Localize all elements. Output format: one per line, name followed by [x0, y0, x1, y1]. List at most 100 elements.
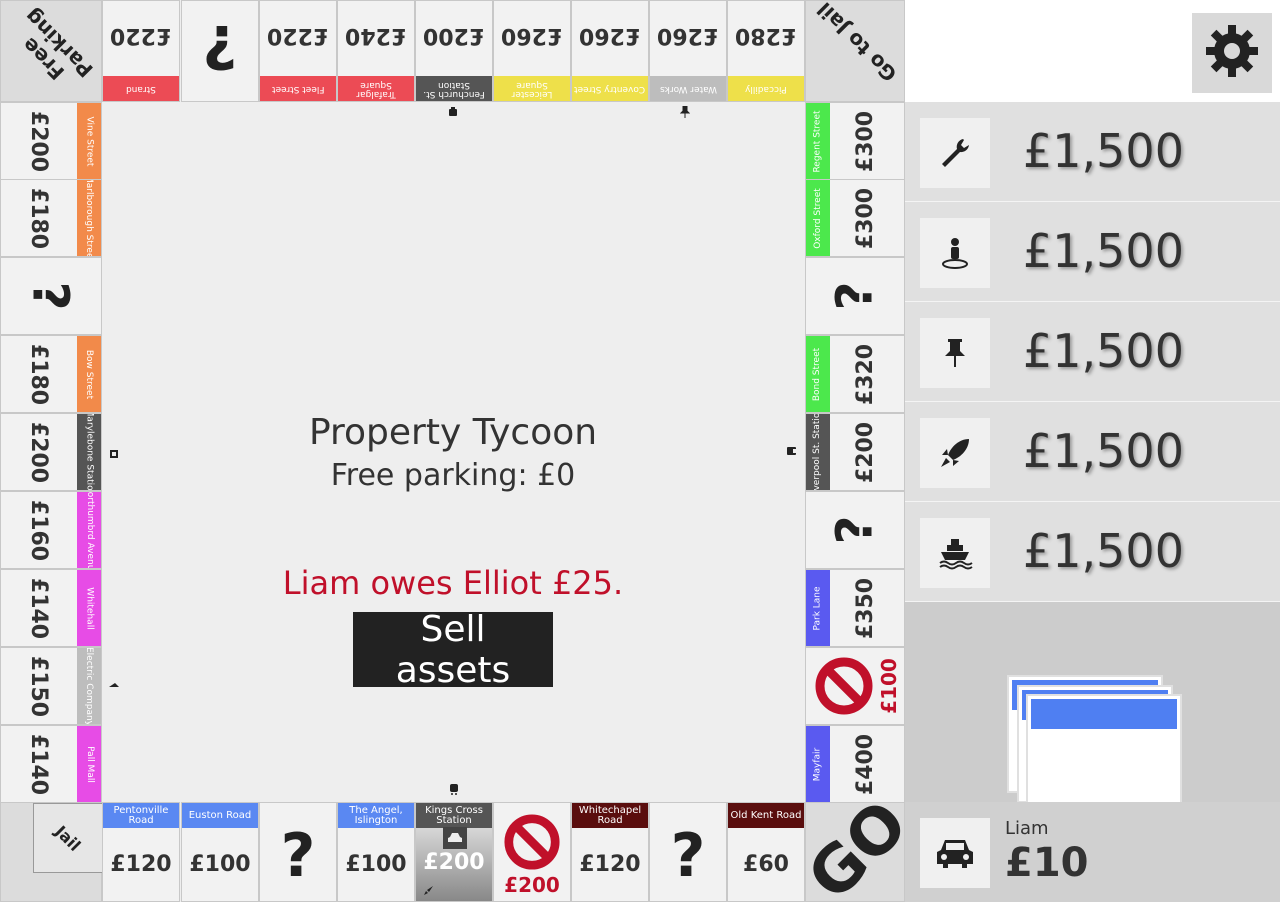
chance-tile[interactable]: ? [805, 257, 905, 335]
property-price: £400 [853, 733, 879, 795]
property-oxford-street[interactable]: Oxford Street £300 [805, 179, 905, 257]
property-price: £220 [267, 23, 329, 48]
player-money: £1,500 [1023, 224, 1184, 278]
property-fleet-street[interactable]: £220 Fleet Street [259, 0, 337, 102]
free-parking-label: Free Parking [17, 4, 98, 85]
property-price: £120 [110, 852, 172, 877]
player-money: £1,500 [1023, 424, 1184, 478]
jail-cell: Jail [33, 803, 103, 873]
tax-tile[interactable]: £200 [493, 802, 571, 902]
property-strand[interactable]: £220 Strand [102, 0, 180, 102]
chance-tile[interactable]: ? [259, 802, 337, 902]
property-bow-street[interactable]: £180 Bow Street [0, 335, 102, 413]
no-entry-icon [494, 813, 570, 875]
property-price: £180 [26, 343, 52, 405]
property-price: £140 [26, 733, 52, 795]
gear-icon [1204, 23, 1260, 83]
property-marylebone-station[interactable]: £200 Marylebone Station [0, 413, 102, 491]
tax-tile[interactable]: £100 [805, 647, 905, 725]
pushpin-token-icon [679, 105, 691, 121]
wrench-token-icon [786, 445, 798, 460]
player-row[interactable]: £1,500 [905, 402, 1280, 502]
player-row[interactable]: £1,500 [905, 102, 1280, 202]
sell-assets-button[interactable]: Sell assets [353, 609, 553, 691]
chance-tile[interactable]: ? [649, 802, 727, 902]
property-name: Euston Road [182, 803, 258, 828]
property-price: £200 [26, 421, 52, 483]
property-name: Mayfair [812, 747, 823, 781]
property-whitechapel-road[interactable]: Whitechapel Road £120 [571, 802, 649, 902]
property-name: Strand [126, 84, 156, 94]
property-northumbrd-avenue[interactable]: £160 Northumbrd Avenue [0, 491, 102, 569]
property-name: Coventry Street [574, 84, 646, 94]
jail-corner[interactable]: Jail [0, 802, 103, 902]
property-price: £120 [579, 852, 641, 877]
property-price: £60 [743, 852, 789, 877]
property-name: Liverpool St. Station [812, 413, 823, 491]
go-corner[interactable]: GO [794, 787, 922, 915]
property-piccadilly[interactable]: £280 Piccadilly [727, 0, 805, 102]
property-mayfair[interactable]: Mayfair £400 [805, 725, 905, 803]
player-money: £1,500 [1023, 524, 1184, 578]
chance-tile[interactable]: ? [181, 0, 259, 102]
property-electric-company[interactable]: £150 Electric Company [0, 647, 102, 725]
property-price: £260 [657, 23, 719, 48]
player-row[interactable]: £1,500 [905, 202, 1280, 302]
property-name: Vine Street [84, 116, 95, 166]
property-price: £180 [26, 187, 52, 249]
property-trafalgar-square[interactable]: £240 Trafalgar Square [337, 0, 415, 102]
chance-tile[interactable]: ? [805, 491, 905, 569]
player-row[interactable]: £1,500 [905, 502, 1280, 602]
current-player-name: Liam [1005, 818, 1049, 839]
settings-button[interactable] [1192, 13, 1272, 93]
property-name: Bow Street [84, 349, 95, 399]
train-token-icon [448, 783, 460, 798]
go-to-jail-corner[interactable]: Go to Jail [805, 0, 905, 102]
property-name: Oxford Street [812, 187, 823, 249]
chance-tile[interactable]: ? [0, 257, 102, 335]
property-name: Bond Street [812, 347, 823, 401]
current-player-panel: Liam £10 [905, 802, 1280, 902]
property-leicester-square[interactable]: £260 Leicester Square [493, 0, 571, 102]
property-name: Fleet Street [271, 84, 325, 94]
property-kings-cross-station[interactable]: Kings Cross Station £200 [415, 802, 493, 902]
tax-amount: £100 [877, 658, 902, 714]
free-parking-corner[interactable]: Free Parking [0, 0, 102, 102]
property-old-kent-road[interactable]: Old Kent Road £60 [727, 802, 805, 902]
player-row[interactable]: £1,500 [905, 302, 1280, 402]
card-deck-top[interactable] [1026, 694, 1182, 812]
property-price: £200 [853, 421, 879, 483]
property-coventry-street[interactable]: £260 Coventry Street [571, 0, 649, 102]
property-fenchurch-st-station[interactable]: £200 Fenchurch St. Station [415, 0, 493, 102]
property-the-angel-islington[interactable]: The Angel, Islington £100 [337, 802, 415, 902]
property-pentonville-road[interactable]: Pentonville Road £120 [102, 802, 180, 902]
rocket-token-icon [424, 880, 434, 899]
board-center: Property Tycoon Free parking: £0 Liam ow… [102, 102, 804, 802]
property-name: Trafalgar Square [356, 79, 396, 99]
property-name: Regent Street [812, 109, 823, 173]
property-vine-street[interactable]: £200 Vine Street [0, 102, 102, 180]
property-price: £300 [853, 187, 879, 249]
player-money: £1,500 [1023, 124, 1184, 178]
property-name: Northumbrd Avenue [84, 491, 95, 569]
property-name: Park Lane [812, 585, 823, 631]
property-pall-mall[interactable]: £140 Pall Mall [0, 725, 102, 803]
question-icon: ? [825, 515, 884, 545]
property-regent-street[interactable]: Regent Street £300 [805, 102, 905, 180]
property-price: £160 [26, 499, 52, 561]
property-price: £350 [853, 577, 879, 639]
property-name: Marlborough Street [84, 179, 95, 257]
person-icon [920, 218, 990, 288]
property-name: Electric Company [84, 647, 95, 725]
property-price: £150 [26, 655, 52, 717]
property-name: Kings Cross Station [416, 803, 492, 828]
property-liverpool-st-station[interactable]: Liverpool St. Station £200 [805, 413, 905, 491]
property-whitehall[interactable]: £140 Whitehall [0, 569, 102, 647]
property-water-works[interactable]: £260 Water Works [649, 0, 727, 102]
property-park-lane[interactable]: Park Lane £350 [805, 569, 905, 647]
property-price: £240 [345, 23, 407, 48]
property-name: Pall Mall [84, 745, 95, 783]
property-bond-street[interactable]: Bond Street £320 [805, 335, 905, 413]
property-euston-road[interactable]: Euston Road £100 [181, 802, 259, 902]
property-marlborough-street[interactable]: £180 Marlborough Street [0, 179, 102, 257]
